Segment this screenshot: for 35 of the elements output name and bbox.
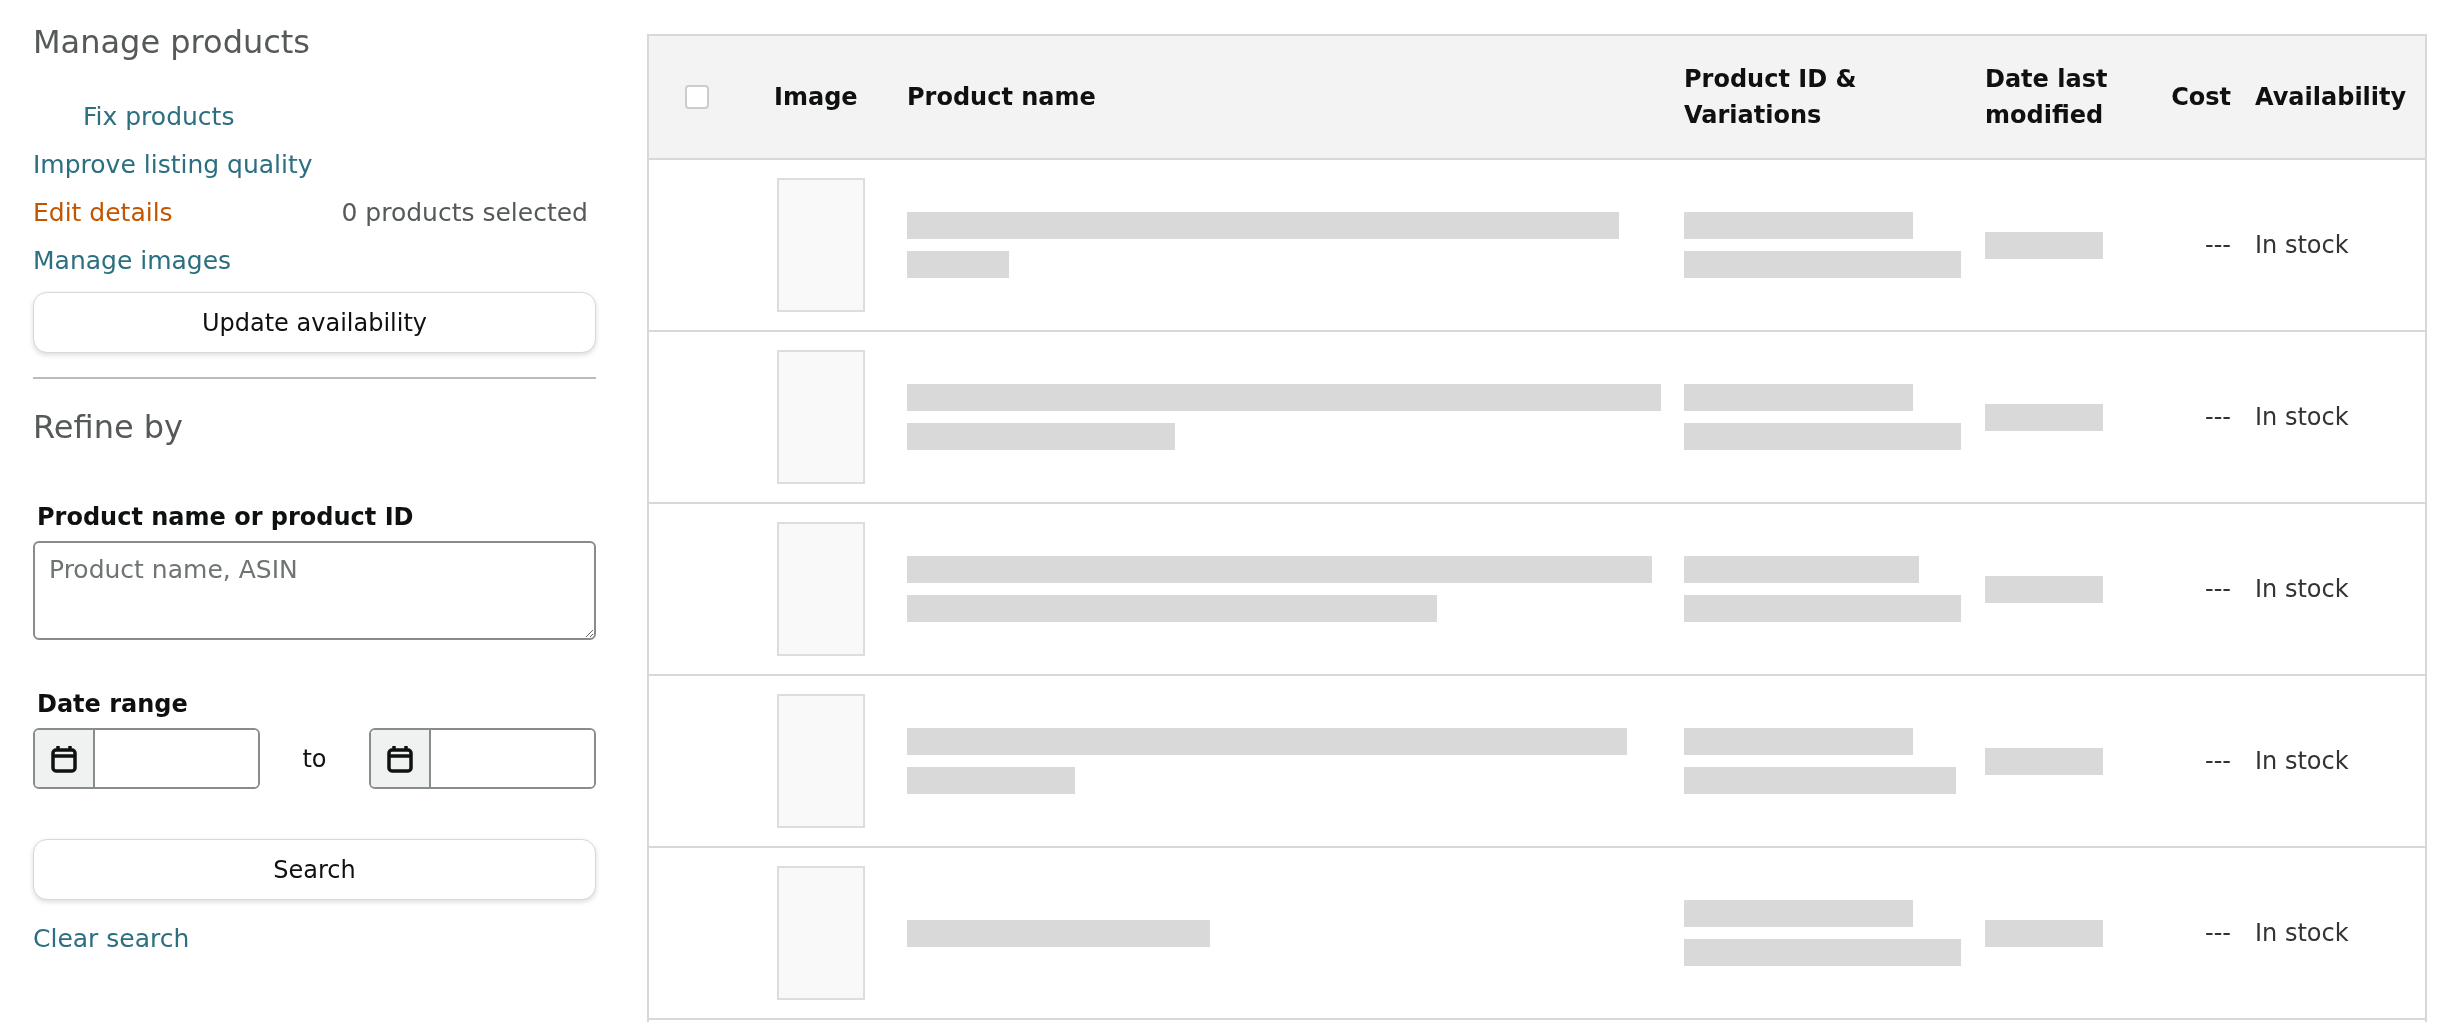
calendar-icon bbox=[50, 743, 78, 774]
table-cell: --- bbox=[2205, 919, 2231, 947]
calendar-icon bbox=[386, 743, 414, 774]
column-header: Cost bbox=[2171, 83, 2231, 111]
table-cell: --- bbox=[2205, 747, 2231, 775]
field-label: Date range bbox=[37, 690, 188, 718]
select-all-checkbox[interactable] bbox=[685, 85, 709, 109]
update-availability-button[interactable]: Update availability bbox=[33, 292, 596, 353]
action-link[interactable]: Improve listing quality bbox=[33, 149, 313, 179]
column-header: Image bbox=[774, 82, 858, 113]
action-link[interactable]: Fix products bbox=[83, 101, 235, 131]
table-cell: In stock bbox=[2255, 747, 2349, 775]
section-title: Refine by bbox=[33, 407, 184, 447]
table-cell: In stock bbox=[2255, 575, 2349, 603]
column-header: Product ID & Variations bbox=[1684, 65, 1857, 129]
field-label: Product name or product ID bbox=[37, 503, 414, 531]
date-field[interactable] bbox=[369, 728, 596, 789]
table-cell: --- bbox=[2205, 231, 2231, 259]
clear-search-link[interactable]: Clear search bbox=[33, 924, 190, 953]
table-cell: In stock bbox=[2255, 403, 2349, 431]
range-separator: to bbox=[301, 744, 328, 773]
column-header: Availability bbox=[2255, 83, 2407, 111]
table-cell: --- bbox=[2205, 403, 2231, 431]
search-field[interactable]: Product name, ASIN bbox=[33, 541, 596, 640]
action-link[interactable]: Edit details bbox=[33, 197, 173, 227]
date-field[interactable] bbox=[33, 728, 260, 789]
column-header: Date last modified bbox=[1985, 65, 2108, 129]
selection-count: 0 products selected bbox=[341, 197, 588, 227]
table-cell: In stock bbox=[2255, 919, 2349, 947]
table-cell: In stock bbox=[2255, 231, 2349, 259]
column-header: Product name bbox=[907, 83, 1096, 111]
search-button[interactable]: Search bbox=[33, 839, 596, 900]
section-title: Manage products bbox=[33, 22, 311, 62]
action-link[interactable]: Manage images bbox=[33, 245, 232, 275]
table-cell: --- bbox=[2205, 575, 2231, 603]
